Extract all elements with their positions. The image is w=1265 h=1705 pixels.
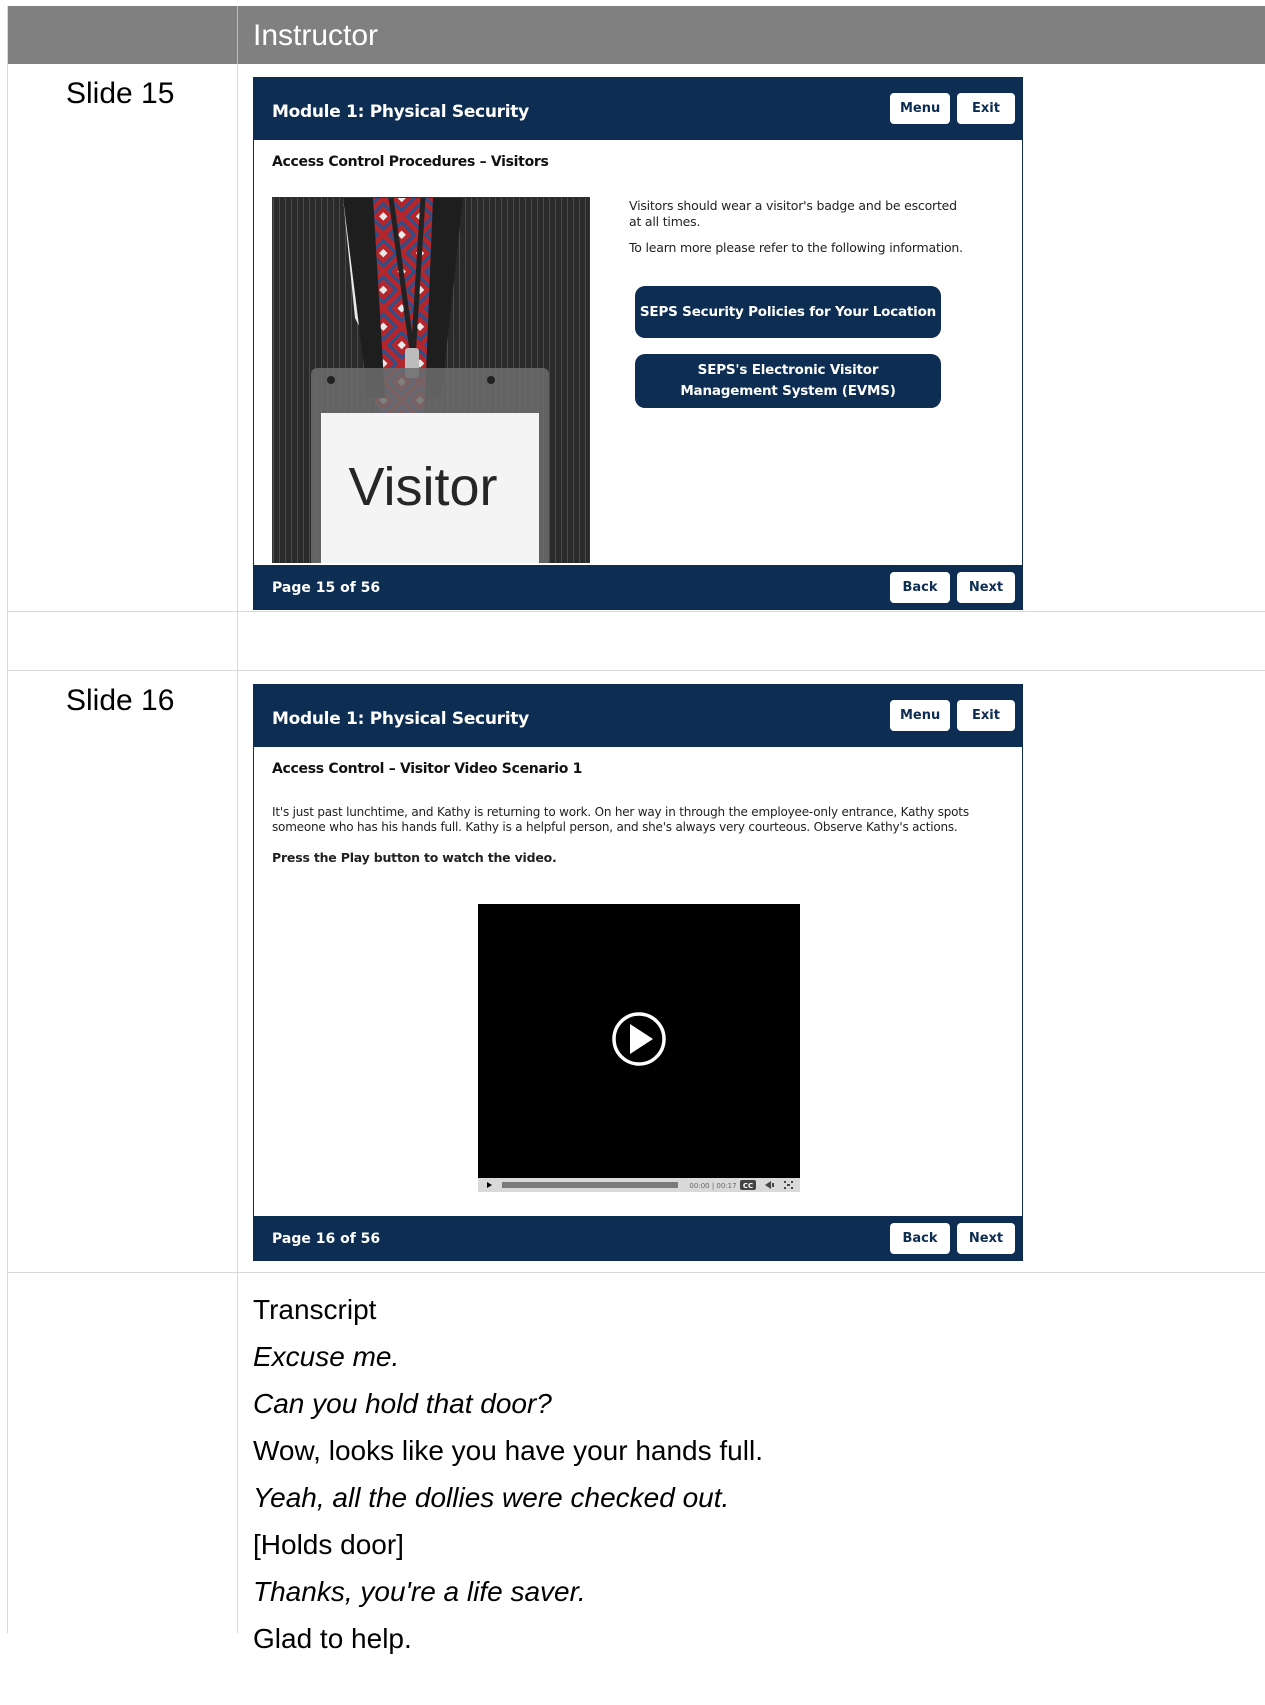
next-button[interactable]: Next xyxy=(957,1223,1015,1254)
slide-heading: Access Control – Visitor Video Scenario … xyxy=(272,761,583,777)
visitor-badge-illustration: Visitor xyxy=(273,198,589,564)
slide-text-1: Visitors should wear a visitor's badge a… xyxy=(629,198,957,229)
back-button[interactable]: Back xyxy=(890,572,950,603)
transcript-line: Yeah, all the dollies were checked out. xyxy=(253,1482,730,1513)
transcript: Transcript Excuse me. Can you hold that d… xyxy=(238,1273,1265,1654)
module-title: Module 1: Physical Security xyxy=(272,709,529,729)
empty-cell xyxy=(8,1273,238,1633)
slide-header-bar: Module 1: Physical Security Menu Exit xyxy=(254,685,1022,747)
slide-header-bar: Module 1: Physical Security Menu Exit xyxy=(254,78,1022,140)
progress-track[interactable] xyxy=(502,1182,678,1188)
video-player[interactable] xyxy=(478,904,800,1178)
transcript-line: Wow, looks like you have your hands full… xyxy=(253,1435,763,1466)
transcript-line: [Holds door] xyxy=(253,1529,404,1560)
table-row: Slide 15 Module 1: Physical Security Men… xyxy=(8,64,1265,612)
scenario-text: It's just past lunchtime, and Kathy is r… xyxy=(272,805,969,834)
badge-text: Visitor xyxy=(348,457,497,517)
page-indicator: Page 15 of 56 xyxy=(272,580,381,596)
transcript-line: Can you hold that door? xyxy=(253,1388,552,1419)
table-row-empty xyxy=(8,612,1265,671)
table-row: Slide 16 Module 1: Physical Security Men… xyxy=(8,671,1265,1273)
slide-heading: Access Control Procedures – Visitors xyxy=(272,154,549,170)
visitor-badge-image: Visitor xyxy=(272,197,590,565)
slide-cell: Module 1: Physical Security Menu Exit Ac… xyxy=(238,64,1265,611)
table-row-transcript: Transcript Excuse me. Can you hold that d… xyxy=(8,1273,1265,1654)
transcript-lines: Excuse me. Can you hold that door? Wow, lo… xyxy=(253,1333,1265,1662)
instructor-table: Instructor Slide 15 Module 1: Physical S… xyxy=(7,6,1265,1654)
slide-text-2: To learn more please refer to the follow… xyxy=(629,240,963,255)
empty-cell xyxy=(238,612,1265,670)
video-controls: 00:00 | 00:17 CC xyxy=(478,1178,800,1192)
fullscreen-icon[interactable] xyxy=(784,1181,793,1189)
slide-16: Module 1: Physical Security Menu Exit Ac… xyxy=(253,684,1023,1261)
transcript-title: Transcript xyxy=(253,1294,377,1325)
play-instruction: Press the Play button to watch the video… xyxy=(272,850,557,865)
seps-evms-button[interactable]: SEPS's Electronic Visitor Management Sys… xyxy=(635,354,941,408)
exit-button[interactable]: Exit xyxy=(957,93,1015,124)
play-icon[interactable] xyxy=(478,904,800,1178)
slide-footer-bar: Page 15 of 56 Back Next xyxy=(254,563,1022,609)
header-instructor: Instructor xyxy=(253,19,379,52)
menu-button[interactable]: Menu xyxy=(890,93,950,124)
slide-cell: Module 1: Physical Security Menu Exit Ac… xyxy=(238,671,1265,1272)
next-button[interactable]: Next xyxy=(957,572,1015,603)
slide-footer-bar: Page 16 of 56 Back Next xyxy=(254,1214,1022,1260)
table-header: Instructor xyxy=(8,6,1265,64)
volume-icon[interactable] xyxy=(765,1181,771,1189)
exit-button[interactable]: Exit xyxy=(957,700,1015,731)
empty-cell xyxy=(8,612,238,670)
seps-security-policies-button[interactable]: SEPS Security Policies for Your Location xyxy=(635,286,941,338)
slide-15: Module 1: Physical Security Menu Exit Ac… xyxy=(253,77,1023,610)
small-play-icon[interactable] xyxy=(487,1182,492,1188)
transcript-line: Thanks, you're a life saver. xyxy=(253,1576,586,1607)
slide-label: Slide 16 xyxy=(8,671,238,1272)
video-time: 00:00 | 00:17 xyxy=(689,1182,736,1190)
transcript-line: Glad to help. xyxy=(253,1623,412,1654)
svg-text:CC: CC xyxy=(743,1182,753,1190)
back-button[interactable]: Back xyxy=(890,1223,950,1254)
page-indicator: Page 16 of 56 xyxy=(272,1231,381,1247)
header-empty-cell xyxy=(8,6,238,64)
transcript-line: Excuse me. xyxy=(253,1341,400,1372)
slide-label: Slide 15 xyxy=(8,64,238,611)
module-title: Module 1: Physical Security xyxy=(272,102,529,122)
menu-button[interactable]: Menu xyxy=(890,700,950,731)
